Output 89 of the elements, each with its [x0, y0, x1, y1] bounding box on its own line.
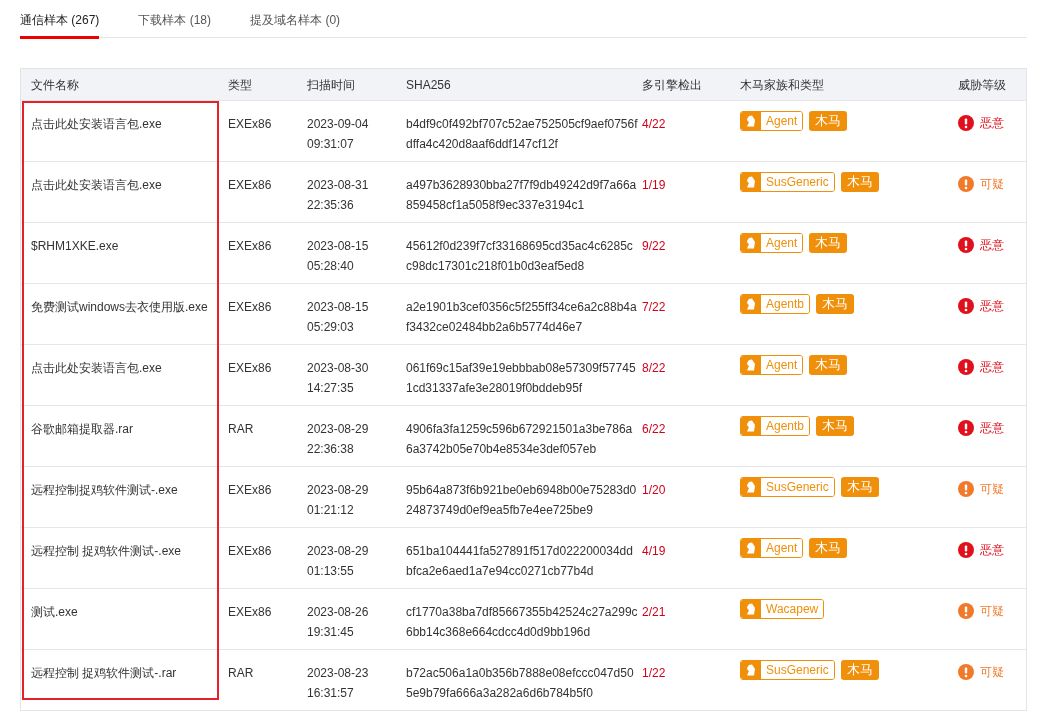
detection-ratio: 4/19 [642, 544, 666, 558]
sha256-hash: 95b64a873f6b921be0eb6948b00e75283d024873749d0ef9ea5fb7e4ee725be9 [406, 482, 638, 519]
scan-time: 2023-08-30 14:27:35 [307, 360, 370, 397]
family-tag[interactable]: Agentb [740, 416, 811, 436]
category-tag[interactable]: 木马 [809, 538, 848, 558]
file-name: 远程控制 捉鸡软件测试-.exe [31, 544, 181, 558]
tab[interactable]: 通信样本 (267) [20, 12, 100, 39]
category-tag[interactable]: 木马 [840, 172, 879, 192]
threat-level: 恶意 [980, 359, 1004, 376]
scan-time: 2023-08-31 22:35:36 [307, 177, 370, 214]
sha256-hash: 4906fa3fa1259c596b672921501a3be786a6a3742b05e70b4e8534e3def057eb [406, 421, 634, 458]
sha256-hash: b72ac506a1a0b356b7888e08efccc047d505e9b79fa666a3a282a6d6b784b5f0 [406, 665, 635, 702]
family-tag[interactable]: SusGeneric [740, 660, 835, 680]
threat-level: 恶意 [980, 115, 1004, 132]
detection-ratio: 6/22 [642, 422, 666, 436]
file-name: 远程控制捉鸡软件测试-.exe [31, 483, 178, 497]
column-header: 类型 [228, 77, 252, 92]
sha256-hash: 45612f0d239f7cf33168695cd35ac4c6285cc98dc17301c218f01b0d3eaf5ed8 [406, 238, 634, 275]
scan-time: 2023-08-15 05:28:40 [307, 238, 370, 275]
sha256-hash: 651ba104441fa527891f517d022200034ddbfca2e6aed1a7e94cc0271cb77b4d [406, 543, 634, 580]
category-tag[interactable]: 木马 [840, 477, 879, 497]
file-type: EXEx86 [228, 300, 272, 314]
threat-level: 恶意 [980, 542, 1004, 559]
threat-level: 恶意 [980, 420, 1004, 437]
sha256-hash: cf1770a38ba7df85667355b42524c27a299c6bb14c368e664cdcc4d0d9bb196d [406, 604, 638, 641]
family-tag[interactable]: SusGeneric [740, 477, 835, 497]
file-type: EXEx86 [228, 605, 272, 619]
column-header: 威胁等级 [958, 77, 1006, 92]
detection-ratio: 4/22 [642, 117, 666, 131]
threat-level: 可疑 [980, 481, 1004, 498]
scan-time: 2023-08-29 01:21:12 [307, 482, 370, 519]
detection-ratio: 1/19 [642, 178, 666, 192]
file-type: RAR [228, 422, 254, 436]
file-name: 点击此处安装语言包.exe [31, 361, 162, 375]
scan-time: 2023-08-15 05:29:03 [307, 299, 370, 336]
column-header: SHA256 [406, 77, 451, 92]
scan-time: 2023-08-29 01:13:55 [307, 543, 370, 580]
file-type: EXEx86 [228, 483, 272, 497]
file-type: RAR [228, 666, 254, 680]
threat-level: 可疑 [980, 664, 1004, 681]
file-type: EXEx86 [228, 178, 272, 192]
file-name: 谷歌邮箱提取器.rar [31, 422, 133, 436]
family-tag[interactable]: Agent [740, 538, 804, 558]
file-name: 点击此处安装语言包.exe [31, 117, 162, 131]
file-name: $RHM1XKE.exe [31, 239, 119, 253]
sha256-hash: b4df9c0f492bf707c52ae752505cf9aef0756fdffa4c420d8aaf6ddf147cf12f [406, 116, 638, 153]
tab[interactable]: 下载样本 (18) [138, 12, 212, 39]
category-tag[interactable]: 木马 [809, 111, 848, 131]
detection-ratio: 1/22 [642, 666, 666, 680]
category-tag[interactable]: 木马 [809, 355, 848, 375]
scan-time: 2023-08-23 16:31:57 [307, 665, 370, 702]
threat-level: 可疑 [980, 603, 1004, 620]
category-tag[interactable]: 木马 [809, 233, 848, 253]
scan-time: 2023-08-29 22:36:38 [307, 421, 370, 458]
category-tag[interactable]: 木马 [816, 416, 855, 436]
file-name: 远程控制 捉鸡软件测试-.rar [31, 666, 177, 680]
family-tag[interactable]: Wacapew [740, 599, 825, 619]
file-type: EXEx86 [228, 239, 272, 253]
detection-ratio: 9/22 [642, 239, 666, 253]
family-tag[interactable]: Agent [740, 355, 804, 375]
file-name: 测试.exe [31, 605, 78, 619]
sha256-hash: a2e1901b3cef0356c5f255ff34ce6a2c88b4af3432ce02484bb2a6b5774d46e7 [406, 299, 638, 336]
detection-ratio: 1/20 [642, 483, 666, 497]
threat-level: 恶意 [980, 298, 1004, 315]
file-name: 免费测试windows去衣使用版.exe [31, 300, 208, 314]
family-tag[interactable]: Agentb [740, 294, 811, 314]
threat-level: 可疑 [980, 176, 1004, 193]
category-tag[interactable]: 木马 [840, 660, 879, 680]
file-type: EXEx86 [228, 361, 272, 375]
sha256-hash: 061f69c15af39e19ebbbab08e57309f577451cd31337afe3e28019f0bddeb95f [406, 360, 637, 397]
detection-ratio: 8/22 [642, 361, 666, 375]
threat-level: 恶意 [980, 237, 1004, 254]
family-tag[interactable]: Agent [740, 233, 804, 253]
column-header: 多引擎检出 [642, 77, 702, 92]
category-tag[interactable]: 木马 [816, 294, 855, 314]
scan-time: 2023-09-04 09:31:07 [307, 116, 370, 153]
column-header: 文件名称 [31, 77, 79, 92]
tab[interactable]: 提及域名样本 (0) [250, 12, 341, 39]
family-tag[interactable]: Agent [740, 111, 804, 131]
detection-ratio: 2/21 [642, 605, 666, 619]
file-name: 点击此处安装语言包.exe [31, 178, 162, 192]
family-tag[interactable]: SusGeneric [740, 172, 835, 192]
sha256-hash: a497b3628930bba27f7f9db49242d9f7a66a859458cf1a5058f9ec337e3194c1 [406, 177, 638, 214]
scan-time: 2023-08-26 19:31:45 [307, 604, 370, 641]
column-header: 木马家族和类型 [740, 77, 824, 92]
file-type: EXEx86 [228, 117, 272, 131]
file-type: EXEx86 [228, 544, 272, 558]
column-header: 扫描时间 [307, 77, 355, 92]
detection-ratio: 7/22 [642, 300, 666, 314]
